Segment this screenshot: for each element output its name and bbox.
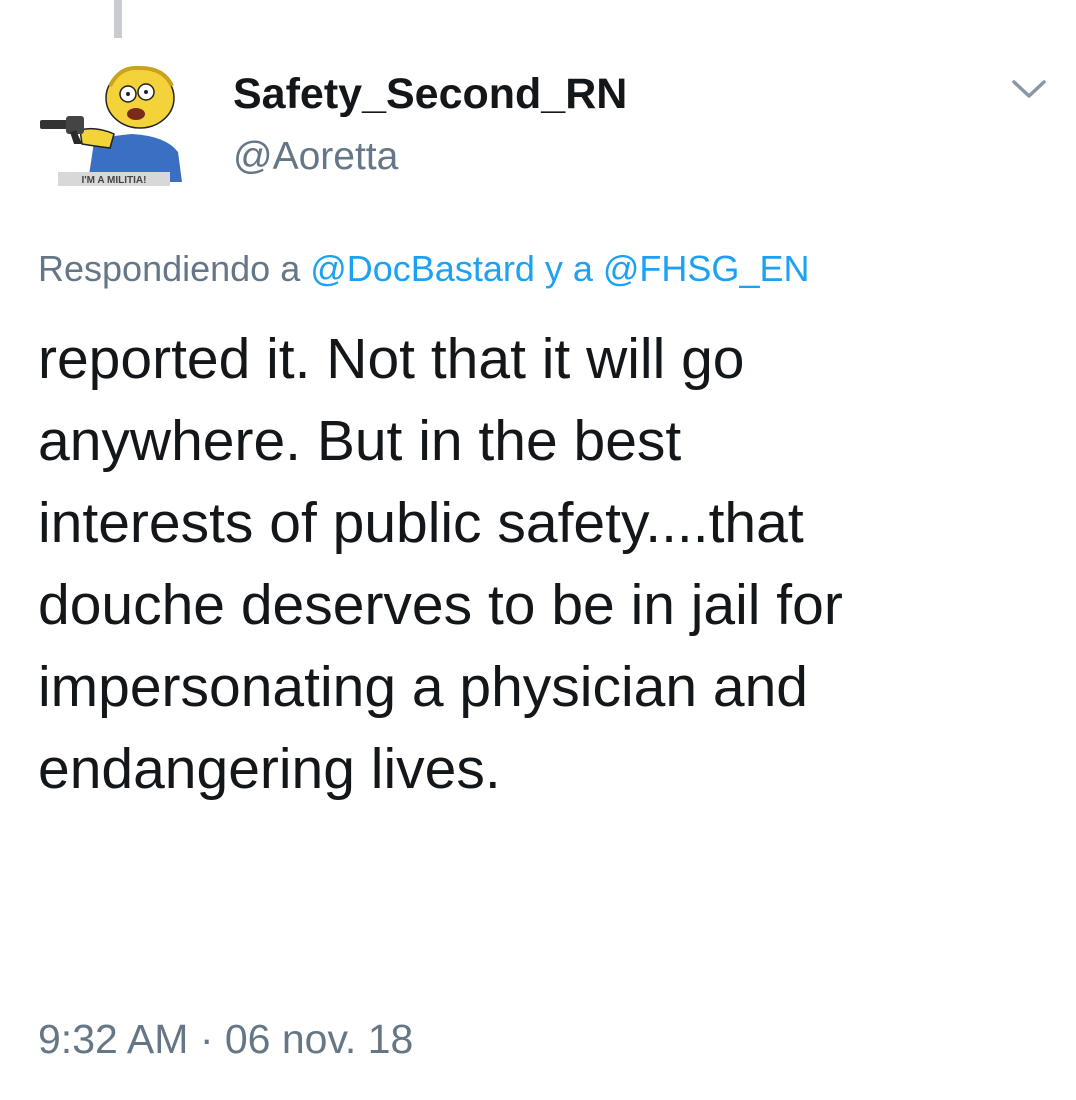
tweet-menu-button[interactable] [1008,74,1050,104]
cartoon-character-avatar-icon: I'M A MILITIA! [40,65,182,186]
tweet-timestamp[interactable]: 9:32 AM · 06 nov. 18 [38,1016,413,1063]
tweet-card: I'M A MILITIA! Safety_Second_RN @Aoretta… [0,0,1076,1100]
author-display-name[interactable]: Safety_Second_RN [233,70,627,119]
author-avatar[interactable]: I'M A MILITIA! [36,64,186,192]
reply-joiner: y a [534,248,603,289]
mention-link-docbastard[interactable]: @DocBastard [310,248,535,289]
reply-context: Respondiendo a @DocBastard y a @FHSG_EN [38,248,809,290]
reply-prefix: Respondiendo a [38,248,311,289]
mention-link-fhsg-en[interactable]: @FHSG_EN [603,248,810,289]
chevron-down-icon [1012,80,1046,98]
tweet-body-text: reported it. Not that it will go anywher… [38,327,843,801]
thread-connector-line [114,0,122,38]
author-handle[interactable]: @Aoretta [233,135,398,179]
avatar-caption: I'M A MILITIA! [82,175,147,186]
